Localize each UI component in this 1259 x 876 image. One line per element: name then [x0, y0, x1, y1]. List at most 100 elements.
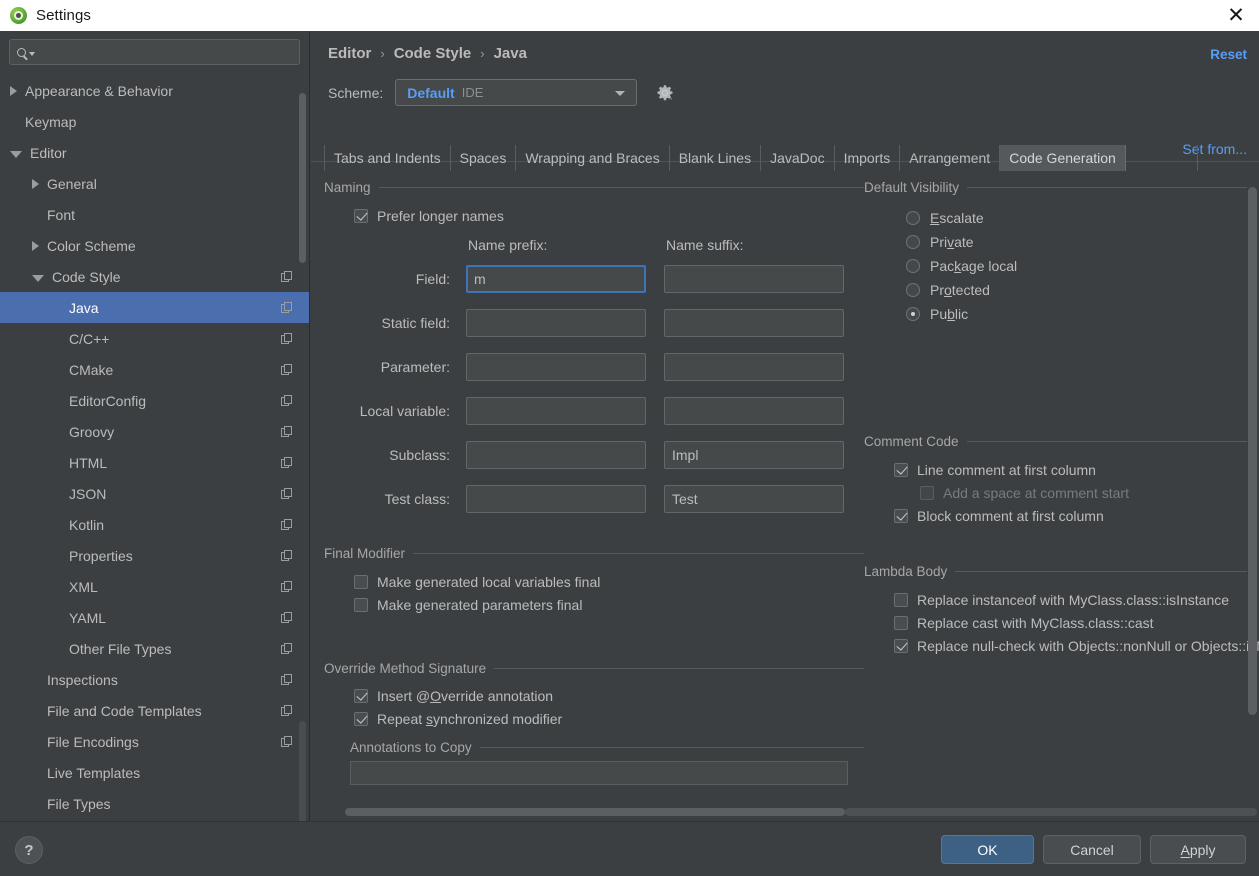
comment-code-block-comment-at-first-column-row[interactable]: Block comment at first column	[894, 504, 1247, 527]
tab-tabs-and-indents[interactable]: Tabs and Indents	[324, 145, 451, 171]
copy-icon[interactable]	[281, 611, 293, 624]
prefix-input-local-variable[interactable]	[466, 397, 646, 425]
copy-icon[interactable]	[281, 332, 293, 345]
prefix-input-field[interactable]	[466, 265, 646, 293]
sidebar-item-kotlin[interactable]: Kotlin	[0, 509, 309, 540]
tab-javadoc[interactable]: JavaDoc	[761, 145, 835, 171]
sidebar-item-keymap[interactable]: Keymap	[0, 106, 309, 137]
sidebar-item-html[interactable]: HTML	[0, 447, 309, 478]
copy-icon[interactable]	[281, 270, 293, 283]
visibility-package-local-row[interactable]: Package local	[906, 254, 1247, 278]
chevron-right-icon[interactable]	[32, 178, 39, 189]
final-modifier-make-generated-parameters-final-row[interactable]: Make generated parameters final	[354, 593, 864, 616]
visibility-public-row[interactable]: Public	[906, 302, 1247, 326]
sidebar-item-yaml[interactable]: YAML	[0, 602, 309, 633]
close-icon[interactable]: ✕	[1213, 0, 1259, 31]
comment-code-line-comment-at-first-column-row[interactable]: Line comment at first column	[894, 458, 1247, 481]
sidebar-item-inspections[interactable]: Inspections	[0, 664, 309, 695]
sidebar-item-file-types[interactable]: File Types	[0, 788, 309, 819]
copy-icon[interactable]	[281, 394, 293, 407]
sidebar-item-cmake[interactable]: CMake	[0, 354, 309, 385]
content-vertical-scrollbar-thumb[interactable]	[1248, 187, 1257, 715]
copy-icon[interactable]	[281, 735, 293, 748]
sidebar-item-editor[interactable]: Editor	[0, 137, 309, 168]
reset-link[interactable]: Reset	[1210, 47, 1247, 62]
copy-icon[interactable]	[281, 518, 293, 531]
tab-arrangement[interactable]: Arrangement	[900, 145, 1001, 171]
suffix-input-static-field[interactable]	[664, 309, 844, 337]
sidebar-item-editorconfig[interactable]: EditorConfig	[0, 385, 309, 416]
chevron-down-icon[interactable]	[32, 274, 44, 282]
sidebar-item-c-c[interactable]: C/C++	[0, 323, 309, 354]
visibility-private-radio[interactable]	[906, 235, 920, 249]
suffix-input-parameter[interactable]	[664, 353, 844, 381]
sidebar-item-java[interactable]: Java	[0, 292, 309, 323]
lambda-replace-cast-with-myclass-class-cast-checkbox[interactable]	[894, 615, 908, 630]
visibility-package-local-radio[interactable]	[906, 259, 920, 273]
sidebar-item-json[interactable]: JSON	[0, 478, 309, 509]
visibility-private-row[interactable]: Private	[906, 230, 1247, 254]
search-box[interactable]	[9, 39, 300, 65]
copy-icon[interactable]	[281, 642, 293, 655]
scheme-combobox[interactable]: Default IDE	[395, 79, 638, 106]
help-button[interactable]: ?	[15, 836, 43, 864]
final-modifier-make-generated-local-variables-final-checkbox[interactable]	[354, 574, 368, 589]
override-repeat-synchronized-modifier-checkbox[interactable]	[354, 711, 368, 726]
cancel-button[interactable]: Cancel	[1043, 835, 1141, 864]
content-horizontal-scrollbar[interactable]	[311, 805, 1259, 818]
copy-icon[interactable]	[281, 425, 293, 438]
sidebar-item-properties[interactable]: Properties	[0, 540, 309, 571]
ok-button[interactable]: OK	[941, 835, 1034, 864]
visibility-protected-row[interactable]: Protected	[906, 278, 1247, 302]
lambda-replace-instanceof-with-myclass-class-isinstan-row[interactable]: Replace instanceof with MyClass.class::i…	[894, 588, 1247, 611]
lambda-replace-instanceof-with-myclass-class-isinstan-checkbox[interactable]	[894, 592, 908, 607]
copy-icon[interactable]	[281, 363, 293, 376]
chevron-right-icon[interactable]	[10, 85, 17, 96]
copy-icon[interactable]	[281, 673, 293, 686]
comment-code-line-comment-at-first-column-checkbox[interactable]	[894, 462, 908, 477]
copy-icon[interactable]	[281, 580, 293, 593]
chevron-down-icon[interactable]	[10, 150, 22, 158]
final-modifier-make-generated-parameters-final-checkbox[interactable]	[354, 597, 368, 612]
search-input[interactable]	[35, 44, 299, 60]
visibility-public-radio[interactable]	[906, 307, 920, 321]
copy-icon[interactable]	[281, 549, 293, 562]
sidebar-item-font[interactable]: Font	[0, 199, 309, 230]
override-repeat-synchronized-modifier-row[interactable]: Repeat synchronized modifier	[354, 707, 864, 730]
prefix-input-parameter[interactable]	[466, 353, 646, 381]
visibility-escalate-radio[interactable]	[906, 211, 920, 225]
copy-icon[interactable]	[281, 456, 293, 469]
prefix-input-subclass[interactable]	[466, 441, 646, 469]
suffix-input-local-variable[interactable]	[664, 397, 844, 425]
copy-icon[interactable]	[281, 301, 293, 314]
horizontal-scrollbar-thumb[interactable]	[345, 808, 845, 816]
prefix-input-test-class[interactable]	[466, 485, 646, 513]
horizontal-scrollbar-track-right[interactable]	[845, 808, 1257, 816]
suffix-input-field[interactable]	[664, 265, 844, 293]
chevron-right-icon[interactable]	[32, 240, 39, 251]
override-insert-override-annotation-row[interactable]: Insert @Override annotation	[354, 684, 864, 707]
tab-wrapping-and-braces[interactable]: Wrapping and Braces	[516, 145, 670, 171]
prefer-longer-names-checkbox[interactable]	[354, 208, 368, 223]
sidebar-item-appearance-behavior[interactable]: Appearance & Behavior	[0, 75, 309, 106]
suffix-input-subclass[interactable]	[664, 441, 844, 469]
sidebar-item-general[interactable]: General	[0, 168, 309, 199]
apply-button[interactable]: Apply	[1150, 835, 1246, 864]
annotations-to-copy-list[interactable]	[350, 761, 848, 785]
suffix-input-test-class[interactable]	[664, 485, 844, 513]
sidebar-item-live-templates[interactable]: Live Templates	[0, 757, 309, 788]
sidebar-scrollbar-thumb[interactable]	[299, 93, 306, 263]
tab-spaces[interactable]: Spaces	[451, 145, 517, 171]
sidebar-item-file-encodings[interactable]: File Encodings	[0, 726, 309, 757]
prefix-input-static-field[interactable]	[466, 309, 646, 337]
tab-imports[interactable]: Imports	[835, 145, 901, 171]
final-modifier-make-generated-local-variables-final-row[interactable]: Make generated local variables final	[354, 570, 864, 593]
sidebar-item-groovy[interactable]: Groovy	[0, 416, 309, 447]
copy-icon[interactable]	[281, 487, 293, 500]
prefer-longer-names-row[interactable]: Prefer longer names	[354, 204, 864, 227]
sidebar-item-xml[interactable]: XML	[0, 571, 309, 602]
copy-icon[interactable]	[281, 704, 293, 717]
lambda-replace-cast-with-myclass-class-cast-row[interactable]: Replace cast with MyClass.class::cast	[894, 611, 1247, 634]
lambda-replace-null-check-with-objects-nonnull-or-obj-row[interactable]: Replace null-check with Objects::nonNull…	[894, 634, 1259, 657]
gear-icon[interactable]	[656, 84, 674, 102]
